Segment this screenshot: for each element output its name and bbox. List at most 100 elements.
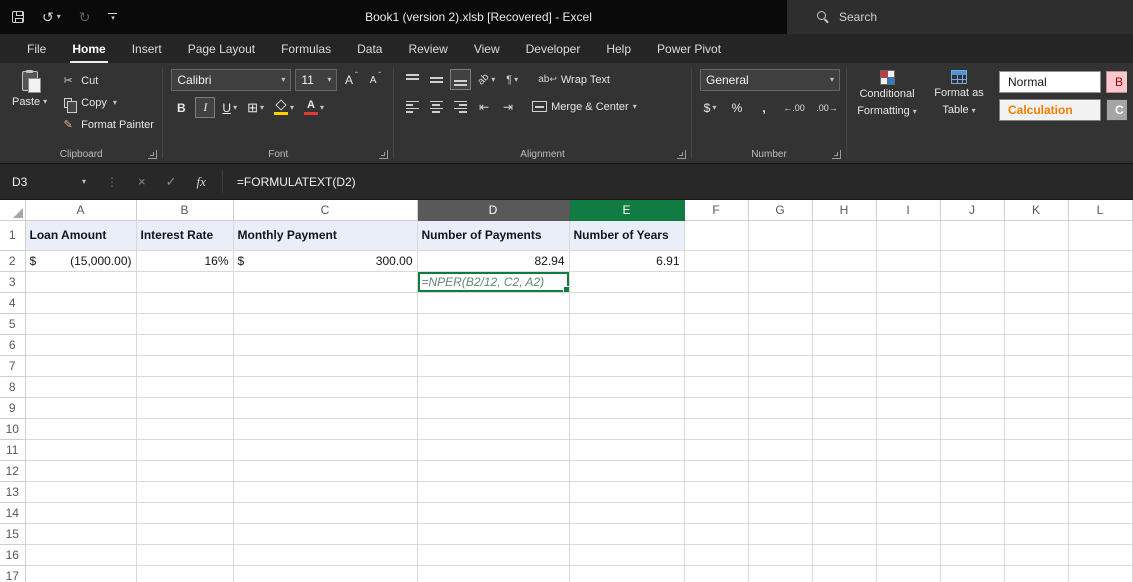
cell-C17[interactable] (233, 565, 417, 582)
undo-dropdown-icon[interactable]: ▾ (57, 13, 61, 21)
number-format-select[interactable]: General▾ (700, 69, 840, 91)
accounting-format-button[interactable]: $▾ (700, 97, 720, 118)
cell-I13[interactable] (876, 481, 940, 502)
tab-help[interactable]: Help (593, 34, 644, 63)
tab-insert[interactable]: Insert (119, 34, 175, 63)
cell-H14[interactable] (812, 502, 876, 523)
cell-B17[interactable] (136, 565, 233, 582)
cell-A6[interactable] (25, 334, 136, 355)
tab-formulas[interactable]: Formulas (268, 34, 344, 63)
cell-I17[interactable] (876, 565, 940, 582)
text-direction-caret-icon[interactable]: ▾ (514, 76, 518, 84)
paste-dropdown-icon[interactable]: ▾ (43, 98, 47, 106)
alignment-dialog-launcher-icon[interactable] (677, 150, 686, 159)
row-header-14[interactable]: 14 (0, 502, 25, 523)
cell-G15[interactable] (748, 523, 812, 544)
top-align-button[interactable] (402, 69, 422, 90)
cell-D3[interactable]: =NPER(B2/12, C2, A2) (417, 271, 569, 292)
cell-I16[interactable] (876, 544, 940, 565)
cell-G7[interactable] (748, 355, 812, 376)
copy-button[interactable]: Copy▾ (61, 94, 154, 111)
cell-A8[interactable] (25, 376, 136, 397)
cell-J11[interactable] (940, 439, 1004, 460)
cell-L17[interactable] (1068, 565, 1132, 582)
cell-A15[interactable] (25, 523, 136, 544)
bottom-align-button[interactable] (450, 69, 471, 90)
cell-G10[interactable] (748, 418, 812, 439)
cell-L5[interactable] (1068, 313, 1132, 334)
cell-K9[interactable] (1004, 397, 1068, 418)
column-header-L[interactable]: L (1068, 200, 1132, 220)
cell-I9[interactable] (876, 397, 940, 418)
cell-L10[interactable] (1068, 418, 1132, 439)
cell-D2[interactable]: 82.94 (417, 250, 569, 271)
cell-C1[interactable]: Monthly Payment (233, 220, 417, 250)
cell-L1[interactable] (1068, 220, 1132, 250)
redo-button[interactable]: ↻ (79, 10, 91, 24)
font-name-select[interactable]: Calibri▾ (171, 69, 291, 91)
cell-L7[interactable] (1068, 355, 1132, 376)
clipboard-dialog-launcher-icon[interactable] (148, 150, 157, 159)
cell-C5[interactable] (233, 313, 417, 334)
cell-A14[interactable] (25, 502, 136, 523)
select-all-corner[interactable] (0, 200, 25, 220)
cell-L16[interactable] (1068, 544, 1132, 565)
cell-H13[interactable] (812, 481, 876, 502)
cell-L6[interactable] (1068, 334, 1132, 355)
name-box[interactable]: D3 ▾ (0, 164, 96, 199)
cell-L9[interactable] (1068, 397, 1132, 418)
decrease-decimal-button[interactable]: .00→ (814, 97, 840, 118)
cell-I6[interactable] (876, 334, 940, 355)
cell-A17[interactable] (25, 565, 136, 582)
cell-I10[interactable] (876, 418, 940, 439)
formula-bar-handle-icon[interactable]: ⋮ (106, 175, 118, 189)
cell-C15[interactable] (233, 523, 417, 544)
cell-E16[interactable] (569, 544, 684, 565)
cell-B5[interactable] (136, 313, 233, 334)
row-header-11[interactable]: 11 (0, 439, 25, 460)
cell-G8[interactable] (748, 376, 812, 397)
style-normal[interactable]: Normal (999, 71, 1101, 93)
column-header-E[interactable]: E (569, 200, 684, 220)
cell-G11[interactable] (748, 439, 812, 460)
cell-K5[interactable] (1004, 313, 1068, 334)
align-right-button[interactable] (450, 96, 470, 117)
cell-K3[interactable] (1004, 271, 1068, 292)
cell-C11[interactable] (233, 439, 417, 460)
decrease-font-size-button[interactable]: Aˇ (365, 70, 385, 91)
cell-B10[interactable] (136, 418, 233, 439)
tab-page-layout[interactable]: Page Layout (175, 34, 268, 63)
cell-B7[interactable] (136, 355, 233, 376)
cell-J13[interactable] (940, 481, 1004, 502)
column-header-A[interactable]: A (25, 200, 136, 220)
column-header-K[interactable]: K (1004, 200, 1068, 220)
increase-decimal-button[interactable]: ←.00 (781, 97, 807, 118)
cell-E11[interactable] (569, 439, 684, 460)
enter-icon[interactable]: ✓ (166, 174, 177, 190)
tab-review[interactable]: Review (395, 34, 460, 63)
cell-L15[interactable] (1068, 523, 1132, 544)
row-header-2[interactable]: 2 (0, 250, 25, 271)
cell-B9[interactable] (136, 397, 233, 418)
cell-J3[interactable] (940, 271, 1004, 292)
cell-L2[interactable] (1068, 250, 1132, 271)
cell-D17[interactable] (417, 565, 569, 582)
cell-J9[interactable] (940, 397, 1004, 418)
cell-J14[interactable] (940, 502, 1004, 523)
row-header-4[interactable]: 4 (0, 292, 25, 313)
cell-D16[interactable] (417, 544, 569, 565)
cell-E6[interactable] (569, 334, 684, 355)
cell-F15[interactable] (684, 523, 748, 544)
cell-J15[interactable] (940, 523, 1004, 544)
merge-center-button[interactable]: Merge & Center▾ (532, 101, 637, 113)
row-header-13[interactable]: 13 (0, 481, 25, 502)
cell-B1[interactable]: Interest Rate (136, 220, 233, 250)
cell-E5[interactable] (569, 313, 684, 334)
tab-developer[interactable]: Developer (513, 34, 594, 63)
tab-home[interactable]: Home (59, 34, 118, 63)
cell-K7[interactable] (1004, 355, 1068, 376)
name-box-caret-icon[interactable]: ▾ (82, 178, 86, 186)
cell-G1[interactable] (748, 220, 812, 250)
cell-K16[interactable] (1004, 544, 1068, 565)
cell-G16[interactable] (748, 544, 812, 565)
